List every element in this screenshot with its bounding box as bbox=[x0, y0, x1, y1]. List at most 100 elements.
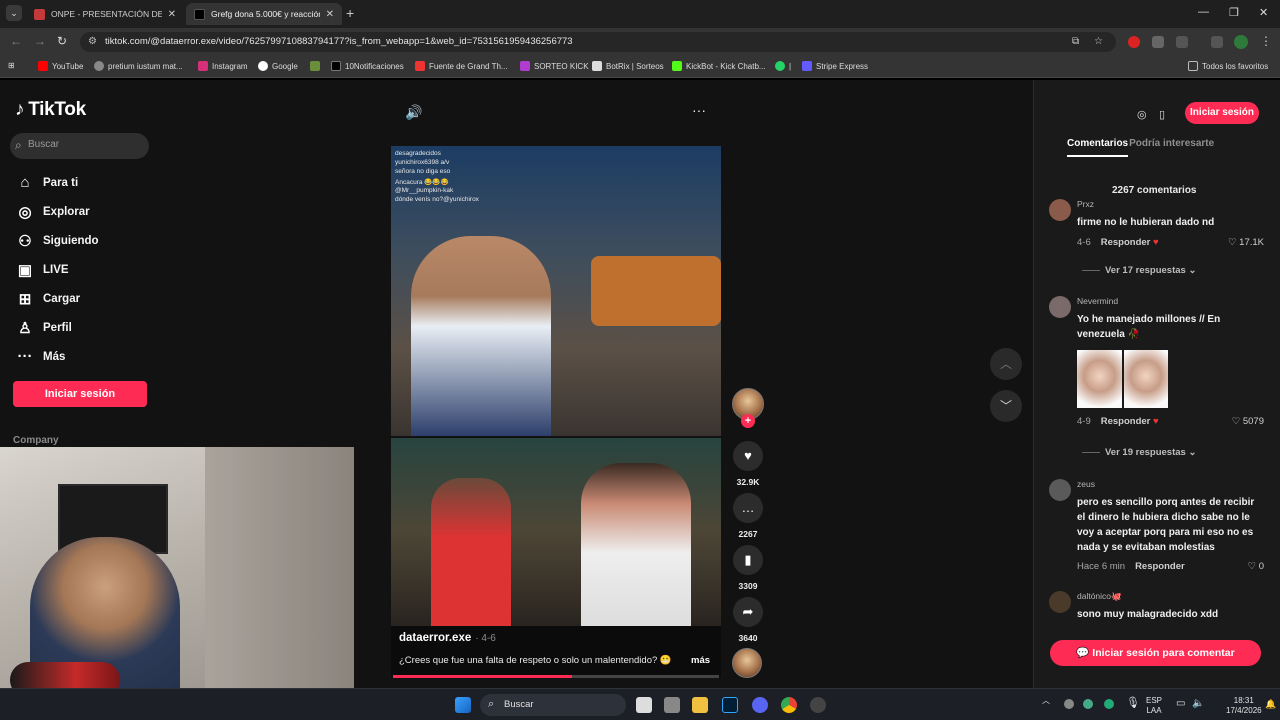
bookmark-whatsapp[interactable]: | bbox=[775, 61, 791, 71]
commenter-avatar[interactable] bbox=[1049, 591, 1071, 613]
comment-action[interactable]: … 2267 bbox=[732, 493, 764, 539]
address-bar[interactable]: ⚙ tiktok.com/@dataerror.exe/video/762579… bbox=[80, 32, 1116, 52]
bookmark-youtube[interactable]: YouTube bbox=[38, 61, 83, 71]
video-progress-bar[interactable] bbox=[393, 675, 719, 678]
install-app-icon[interactable]: ⧉ bbox=[1072, 36, 1079, 47]
video-more-icon[interactable]: ··· bbox=[692, 102, 706, 118]
commenter-avatar[interactable] bbox=[1049, 199, 1071, 221]
extension-red-icon[interactable] bbox=[1128, 36, 1140, 48]
microphone-icon[interactable]: 🎙 bbox=[1126, 698, 1140, 709]
network-icon[interactable]: ▭ bbox=[1176, 699, 1185, 709]
company-link[interactable]: Company bbox=[13, 435, 59, 446]
photoshop-icon[interactable] bbox=[722, 697, 738, 713]
view-replies[interactable]: Ver 19 respuestas ⌄ bbox=[1082, 447, 1196, 458]
site-info-icon[interactable]: ⚙ bbox=[88, 36, 97, 47]
all-bookmarks[interactable]: Todos los favoritos bbox=[1188, 61, 1268, 71]
commenter-avatar[interactable] bbox=[1049, 296, 1071, 318]
tray-overflow-icon[interactable]: ︿ bbox=[1042, 696, 1050, 706]
bookmark-gta[interactable]: Fuente de Grand Th... bbox=[415, 61, 508, 71]
volume-icon[interactable]: 🔈 bbox=[1192, 699, 1204, 709]
profile-avatar[interactable] bbox=[1234, 35, 1248, 49]
close-tab-icon[interactable]: ✕ bbox=[326, 9, 334, 20]
view-replies-label[interactable]: Ver 19 respuestas bbox=[1105, 447, 1186, 458]
panel-login-button[interactable]: Iniciar sesión bbox=[1185, 102, 1259, 124]
close-window-icon[interactable]: ✕ bbox=[1259, 6, 1268, 19]
music-disc-avatar[interactable] bbox=[732, 648, 762, 678]
comment-icon[interactable]: … bbox=[733, 493, 763, 523]
tray-cloud-icon[interactable] bbox=[1083, 699, 1093, 709]
nav-perfil[interactable]: ♙ Perfil bbox=[15, 319, 72, 337]
next-video-button[interactable]: ﹀ bbox=[990, 390, 1022, 422]
nav-mas[interactable]: ··· Más bbox=[15, 348, 66, 365]
video-player[interactable]: desagradecidos yunichirox6398 a/v señora… bbox=[391, 146, 721, 678]
commenter-name[interactable]: zeus bbox=[1077, 479, 1095, 489]
coin-icon[interactable]: ◎ bbox=[1137, 108, 1147, 121]
phone-icon[interactable]: ▯ bbox=[1159, 108, 1165, 121]
windows-start-icon[interactable] bbox=[455, 697, 471, 713]
comment-like[interactable]: ♡ 0 bbox=[1248, 561, 1264, 572]
browser-tab-tiktok[interactable]: Grefg dona 5.000€ y reacción d ✕ bbox=[186, 3, 342, 25]
bookmark-star-icon[interactable]: ☆ bbox=[1094, 36, 1103, 47]
minimize-icon[interactable]: — bbox=[1198, 6, 1209, 18]
more-link[interactable]: más bbox=[691, 655, 710, 666]
url-text[interactable]: tiktok.com/@dataerror.exe/video/76257997… bbox=[105, 36, 573, 47]
nav-live[interactable]: ▣ LIVE bbox=[15, 261, 69, 279]
close-tab-icon[interactable]: ✕ bbox=[168, 9, 176, 20]
login-button[interactable]: Iniciar sesión bbox=[13, 381, 147, 407]
share-icon[interactable]: ➦ bbox=[733, 597, 763, 627]
nav-explorar[interactable]: ◎ Explorar bbox=[15, 203, 89, 221]
task-view-icon[interactable] bbox=[636, 697, 652, 713]
tab-podria-interesarte[interactable]: Podría interesarte bbox=[1129, 138, 1214, 149]
bookmark-kickbot[interactable]: KickBot - Kick Chatb... bbox=[672, 61, 766, 71]
bookmark-sorteo-kick[interactable]: SORTEO KICK bbox=[520, 61, 589, 71]
tray-security-icon[interactable] bbox=[1104, 699, 1114, 709]
browser-menu-icon[interactable]: ⋮ bbox=[1260, 34, 1272, 48]
taskbar-search[interactable]: ⌕ Buscar bbox=[480, 694, 626, 716]
search-input[interactable] bbox=[28, 139, 138, 150]
share-action[interactable]: ➦ 3640 bbox=[732, 597, 764, 643]
chrome-icon[interactable] bbox=[781, 697, 797, 713]
bookmark-pretium[interactable]: pretium iustum mat... bbox=[94, 61, 183, 71]
back-icon[interactable]: ← bbox=[10, 34, 22, 48]
commenter-name[interactable]: daltónico🐙 bbox=[1077, 591, 1122, 602]
nav-siguiendo[interactable]: ⚇ Siguiendo bbox=[15, 232, 98, 250]
bookmark-stripe[interactable]: Stripe Express bbox=[802, 61, 868, 71]
language-indicator[interactable]: ESP LAA bbox=[1146, 696, 1162, 716]
bookmark-instagram[interactable]: Instagram bbox=[198, 61, 248, 71]
reply-button[interactable]: Responder bbox=[1101, 237, 1151, 248]
comment-image[interactable] bbox=[1077, 350, 1168, 408]
extensions-puzzle-icon[interactable] bbox=[1176, 36, 1188, 48]
extension-icon[interactable] bbox=[1152, 36, 1164, 48]
heart-icon[interactable]: ♥ bbox=[733, 441, 763, 471]
reload-icon[interactable]: ↻ bbox=[57, 34, 67, 48]
bookmark-notificaciones[interactable]: 10Notificaciones bbox=[331, 61, 404, 71]
like-action[interactable]: ♥ 32.9K bbox=[732, 441, 764, 487]
tab-comentarios[interactable]: Comentarios bbox=[1067, 138, 1129, 157]
volume-icon[interactable]: 🔊 bbox=[405, 104, 422, 121]
save-action[interactable]: ▮ 3309 bbox=[732, 545, 764, 591]
video-author[interactable]: dataerror.exe · 4-6 bbox=[399, 632, 496, 644]
tab-list-button[interactable]: ⌄ bbox=[6, 5, 22, 21]
view-replies[interactable]: Ver 17 respuestas ⌄ bbox=[1082, 265, 1196, 276]
search-box[interactable]: ⌕ bbox=[10, 133, 149, 159]
commenter-avatar[interactable] bbox=[1049, 479, 1071, 501]
restore-icon[interactable]: ❐ bbox=[1229, 6, 1239, 19]
previous-video-button[interactable]: ︿ bbox=[990, 348, 1022, 380]
commenter-name[interactable]: Nevermind bbox=[1077, 296, 1118, 306]
bookmark-unknown[interactable] bbox=[310, 61, 324, 71]
discord-icon[interactable] bbox=[752, 697, 768, 713]
new-tab-button[interactable]: + bbox=[346, 5, 354, 21]
view-replies-label[interactable]: Ver 17 respuestas bbox=[1105, 265, 1186, 276]
tray-app-icon[interactable] bbox=[1064, 699, 1074, 709]
nav-para-ti[interactable]: ⌂ Para ti bbox=[15, 174, 78, 191]
app-icon[interactable] bbox=[664, 697, 680, 713]
obs-icon[interactable] bbox=[810, 697, 826, 713]
browser-tab-onpe[interactable]: ONPE - PRESENTACIÓN DE RE ✕ bbox=[26, 3, 184, 25]
commenter-name[interactable]: Prxz bbox=[1077, 199, 1094, 209]
media-controls-icon[interactable] bbox=[1211, 36, 1223, 48]
clock[interactable]: 18:31 17/4/2026 bbox=[1226, 696, 1262, 716]
reply-button[interactable]: Responder bbox=[1135, 561, 1185, 572]
comment-login-button[interactable]: 💬 Iniciar sesión para comentar bbox=[1050, 640, 1261, 666]
comment-like[interactable]: ♡ 17.1K bbox=[1228, 237, 1264, 248]
forward-icon[interactable]: → bbox=[34, 34, 46, 48]
